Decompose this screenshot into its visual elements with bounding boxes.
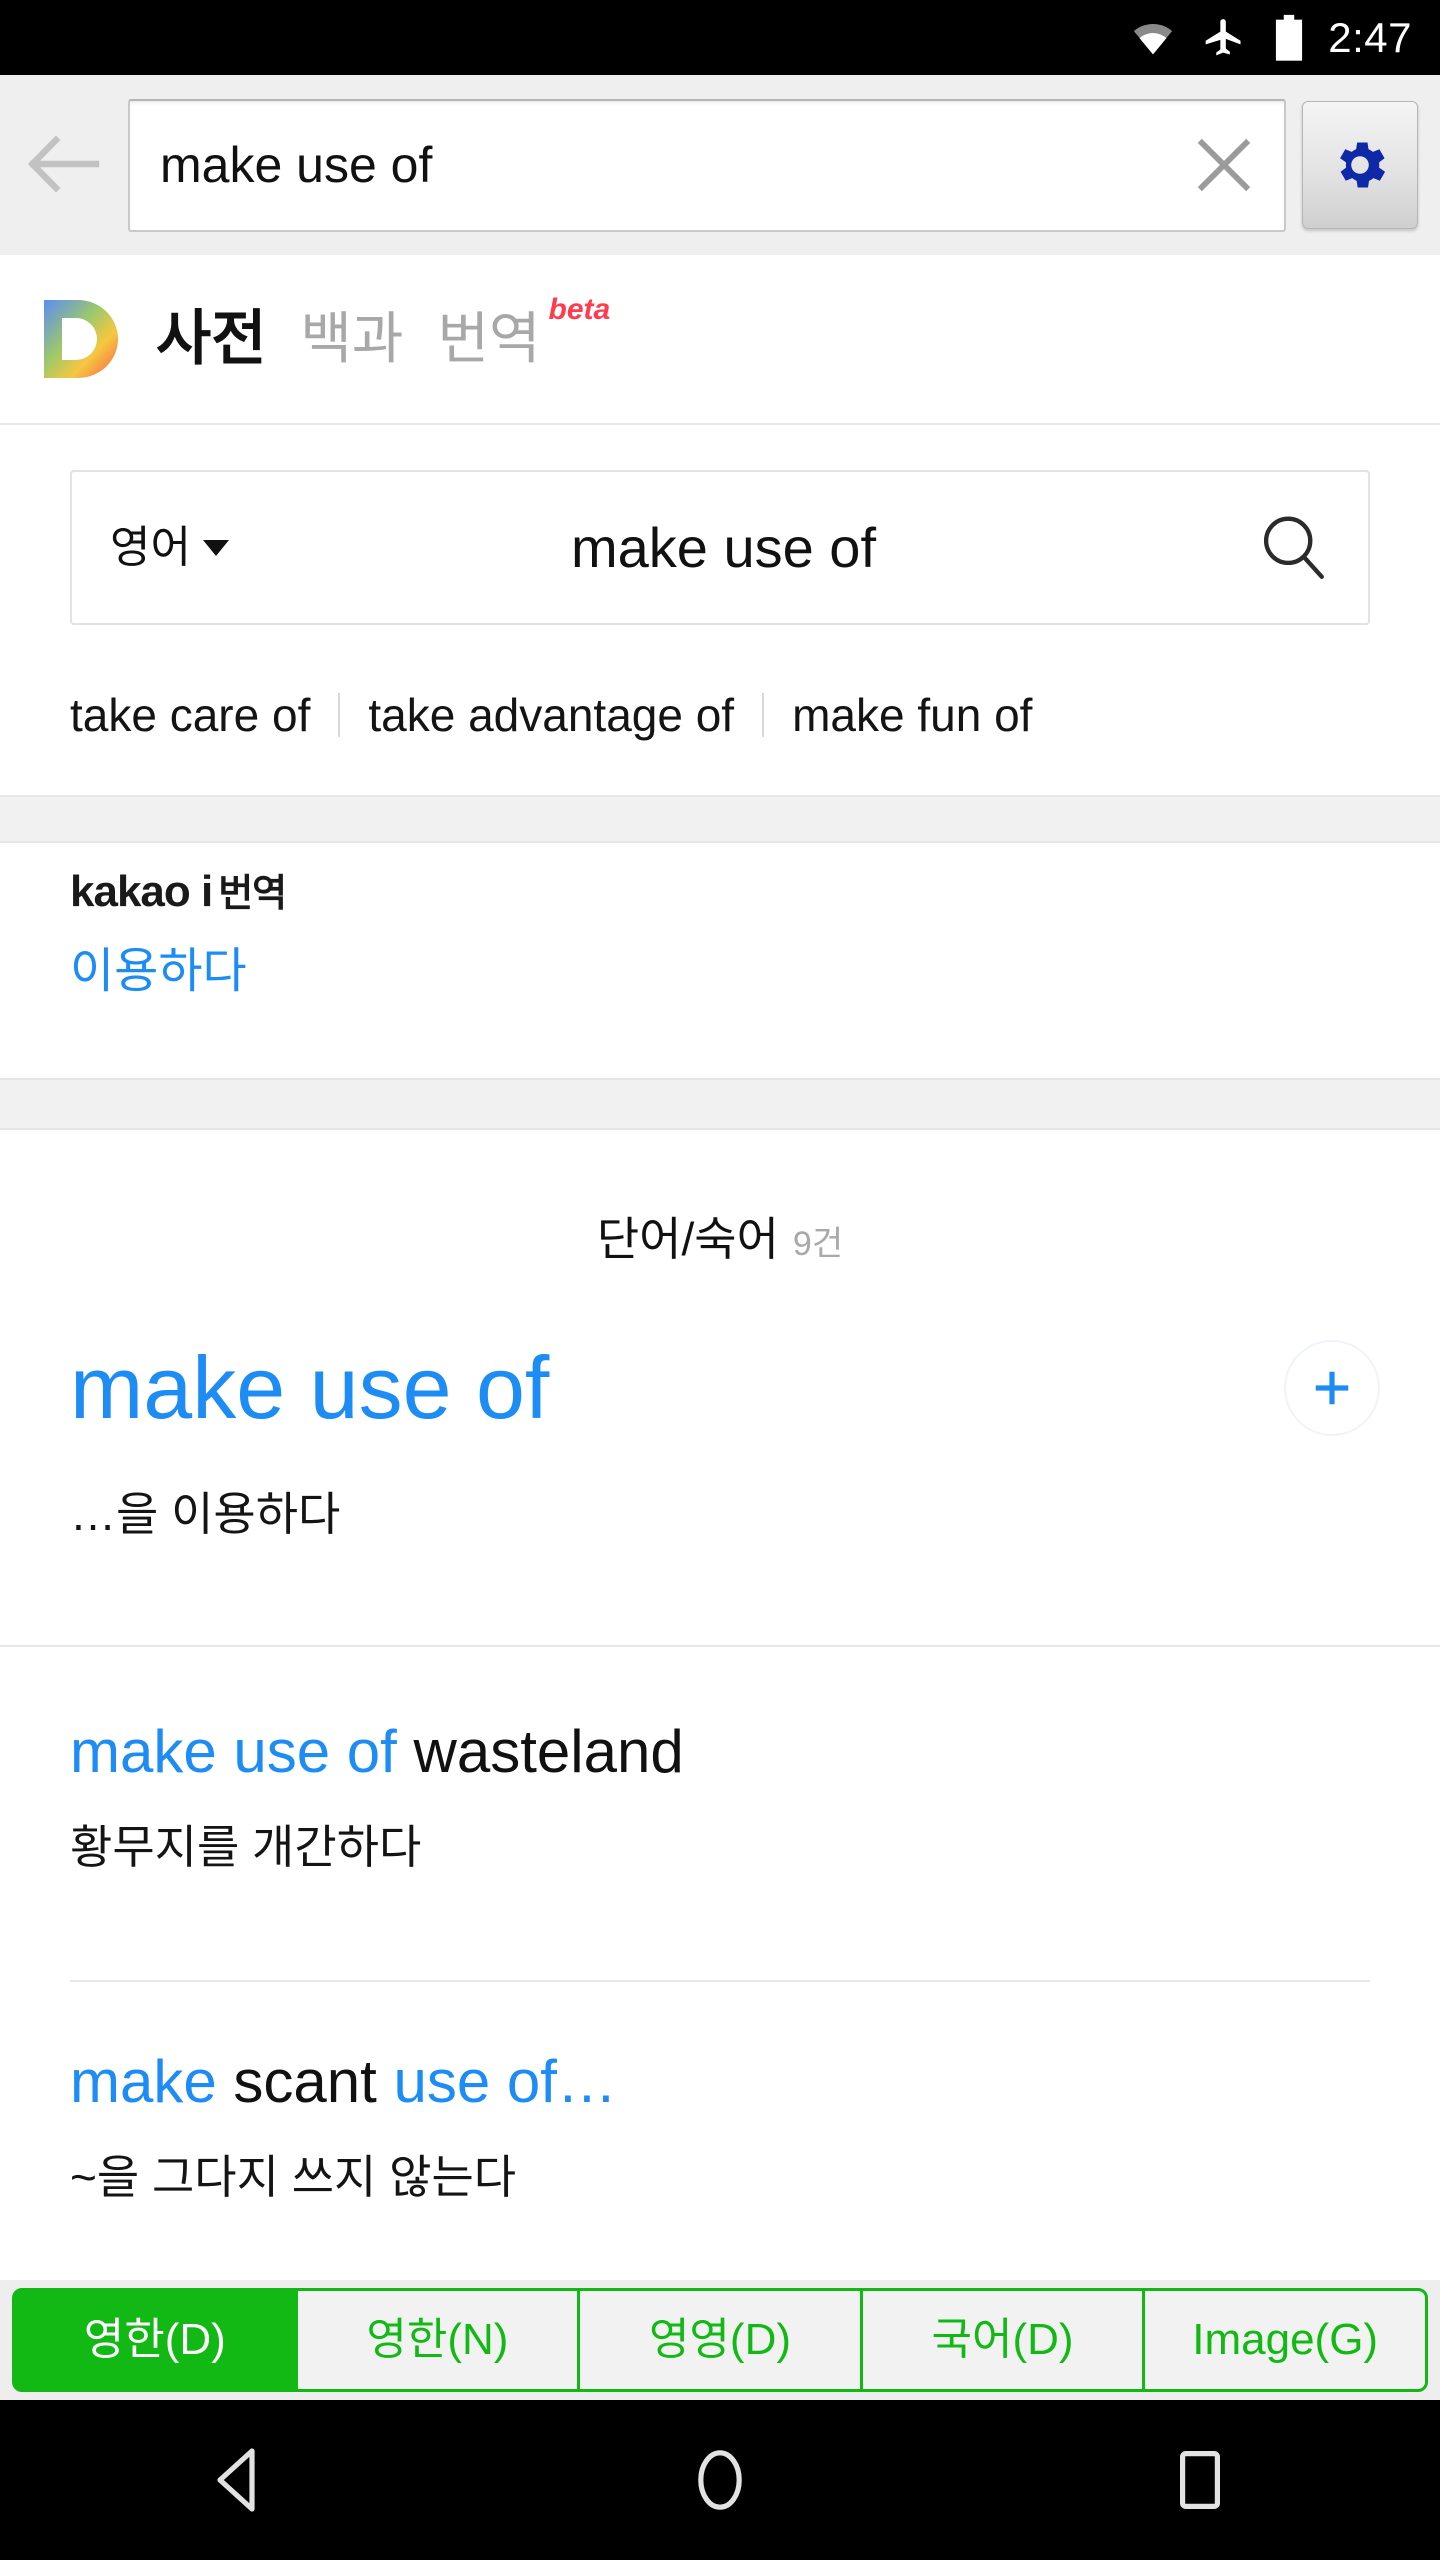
kakao-translate-brand: kakao i 번역 [70, 870, 1370, 914]
brand-tab-dictionary[interactable]: 사전 [156, 309, 266, 369]
tab-korean-daum[interactable]: 국어(D) [859, 2288, 1146, 2392]
entry-divider [70, 1980, 1370, 1982]
result-entry-header: make scant use of… [0, 2050, 1440, 2113]
status-bar: 2:47 [0, 0, 1440, 75]
dictionary-search-button[interactable] [1218, 512, 1368, 584]
plus-icon [1315, 1371, 1349, 1405]
status-bar-clock: 2:47 [1328, 13, 1412, 61]
wifi-icon [1134, 23, 1173, 54]
brand-tab-translate[interactable]: 번역 [437, 311, 540, 367]
section-divider-band [0, 1078, 1440, 1130]
result-definition: ~을 그다지 쓰지 않는다 [70, 2151, 517, 2203]
result-definition: …을 이용하다 [70, 1488, 341, 1540]
result-entry[interactable]: make scant use of… ~을 그다지 쓰지 않는다 [0, 2050, 1440, 2201]
result-headword[interactable]: make use of wasteland [70, 1720, 684, 1783]
tab-image-google[interactable]: Image(G) [1142, 2288, 1428, 2392]
back-button[interactable] [0, 75, 128, 255]
app-screen: 2:47 make use of 사전 백과 번역 beta 영어 make u… [0, 0, 1440, 2560]
app-search-bar: make use of [0, 75, 1440, 255]
related-separator [762, 693, 765, 737]
settings-button[interactable] [1302, 101, 1418, 229]
nav-back-button[interactable] [140, 2400, 340, 2560]
dictionary-source-tabs: 영한(D) 영한(N) 영영(D) 국어(D) Image(G) [0, 2280, 1440, 2400]
nav-home-button[interactable] [620, 2400, 820, 2560]
section-title-label: 단어/숙어 [596, 1213, 779, 1265]
related-query-1[interactable]: take advantage of [368, 692, 734, 738]
section-title-wrap: 단어/숙어 9건 [0, 1213, 1440, 1268]
headword-match-0: make use of [70, 1718, 397, 1785]
app-search-input-wrap[interactable]: make use of [128, 98, 1286, 232]
result-definition: 황무지를 개간하다 [70, 1821, 422, 1873]
section-divider-band [0, 795, 1440, 843]
android-nav-bar [0, 2400, 1440, 2560]
brand-tab-encyclopedia[interactable]: 백과 [300, 311, 403, 367]
dictionary-search-input[interactable]: make use of [229, 519, 1218, 576]
kakao-translate-block: kakao i 번역 이용하다 [70, 870, 1370, 996]
brand-header: 사전 백과 번역 beta [0, 255, 1440, 425]
section-result-count: 9건 [792, 1225, 844, 1263]
result-entry-header: make use of wasteland [0, 1720, 1440, 1783]
clear-search-button[interactable] [1164, 99, 1284, 232]
kakao-translate-result[interactable]: 이용하다 [70, 948, 1370, 996]
add-to-wordbook-button[interactable] [1284, 1340, 1380, 1436]
android-home-icon [698, 2450, 742, 2510]
tab-english-english-daum[interactable]: 영영(D) [577, 2288, 863, 2392]
result-headword[interactable]: make use of [70, 1341, 549, 1434]
gear-icon [1340, 142, 1386, 188]
back-arrow-icon [27, 135, 100, 193]
entry-divider [0, 1645, 1440, 1647]
headword-match-0: make [70, 2048, 217, 2115]
beta-badge: beta [548, 293, 611, 326]
related-separator [338, 693, 341, 737]
android-back-icon [217, 2448, 255, 2512]
kakao-brand-en: kakao i [70, 867, 213, 916]
airplane-mode-icon [1205, 18, 1241, 55]
headword-match-2: use of… [393, 2048, 617, 2115]
headword-plain-1: scant [216, 2048, 394, 2115]
language-selector-label: 영어 [110, 522, 191, 572]
app-search-input[interactable]: make use of [130, 140, 1164, 190]
related-query-2[interactable]: make fun of [792, 692, 1032, 738]
status-icons [1130, 14, 1306, 62]
result-entry-header: make use of [0, 1340, 1440, 1436]
headword-match-0: make use of [70, 1337, 550, 1437]
close-icon [1197, 138, 1251, 192]
search-icon [1263, 516, 1324, 579]
language-selector[interactable]: 영어 [72, 522, 229, 572]
related-query-0[interactable]: take care of [70, 692, 310, 738]
daum-d-logo-icon [44, 300, 118, 378]
related-queries: take care of take advantage of make fun … [0, 660, 1440, 770]
headword-plain-1: wasteland [396, 1718, 684, 1785]
tab-english-korean-daum[interactable]: 영한(D) [12, 2288, 298, 2392]
result-entry[interactable]: make use of wasteland 황무지를 개간하다 [0, 1720, 1440, 1871]
tab-english-korean-naver[interactable]: 영한(N) [294, 2288, 581, 2392]
result-headword[interactable]: make scant use of… [70, 2050, 617, 2113]
battery-icon [1276, 14, 1303, 61]
dictionary-search-box[interactable]: 영어 make use of [70, 470, 1370, 625]
chevron-down-icon [202, 539, 229, 556]
nav-recents-button[interactable] [1100, 2400, 1300, 2560]
kakao-brand-kr: 번역 [218, 873, 287, 915]
section-title: 단어/숙어 9건 [586, 1213, 854, 1268]
result-entry[interactable]: make use of …을 이용하다 [0, 1340, 1440, 1538]
android-recents-icon [1179, 2450, 1220, 2509]
